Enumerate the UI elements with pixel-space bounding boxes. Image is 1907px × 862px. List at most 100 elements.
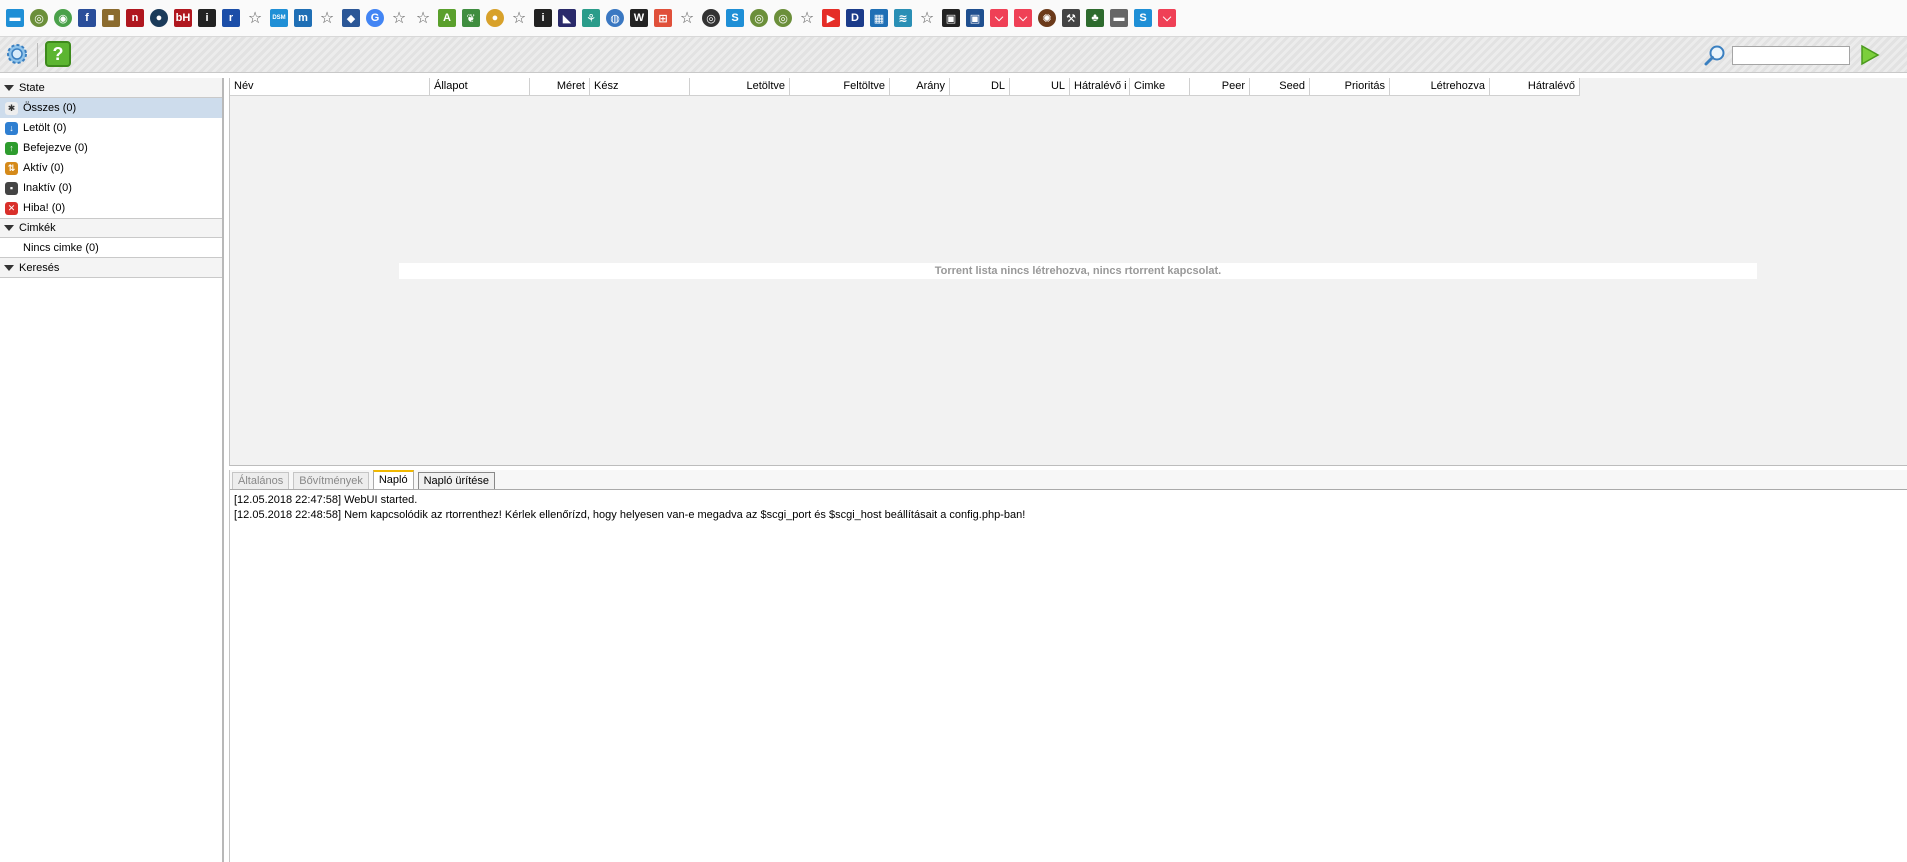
wheel-icon[interactable]: ◎ <box>702 9 720 27</box>
labels-section-header[interactable]: Cimkék <box>0 218 222 238</box>
windows-icon[interactable]: ⊞ <box>654 9 672 27</box>
dark-circle-icon[interactable]: ● <box>150 9 168 27</box>
f-logo-icon[interactable]: f <box>78 9 96 27</box>
dsm-logo-icon[interactable]: DSM <box>270 9 288 27</box>
circle-app-icon[interactable]: ◎ <box>774 9 792 27</box>
gear-icon[interactable]: ✺ <box>1038 9 1056 27</box>
pocket-icon[interactable]: ⌵ <box>990 9 1008 27</box>
active-icon: ⇅ <box>5 161 18 175</box>
night-icon[interactable]: ◣ <box>558 9 576 27</box>
briefcase-icon[interactable]: ▣ <box>966 9 984 27</box>
state-item[interactable]: ↑ Befejezve (0) <box>0 138 222 158</box>
search-header-label: Keresés <box>19 261 60 274</box>
state-section-header[interactable]: State <box>0 78 222 98</box>
pocket-icon[interactable]: ⌵ <box>1014 9 1032 27</box>
column-header[interactable]: Állapot <box>430 78 530 96</box>
tab-log[interactable]: Napló <box>372 470 414 489</box>
toolbar-separator <box>37 43 38 67</box>
column-header[interactable]: Letöltve <box>690 78 790 96</box>
n-logo-icon[interactable]: n <box>126 9 144 27</box>
chart-icon[interactable]: ▦ <box>870 9 888 27</box>
network-icon[interactable]: ⚘ <box>582 9 600 27</box>
wood-logo-icon[interactable]: ■ <box>102 9 120 27</box>
tab-plugins[interactable]: Bővítmények <box>293 472 369 489</box>
star-icon[interactable]: ☆ <box>246 9 264 27</box>
cube-icon[interactable]: ◆ <box>342 9 360 27</box>
toolbar: ? <box>0 37 1907 73</box>
state-item[interactable]: ⇅ Aktív (0) <box>0 158 222 178</box>
completed-icon: ↑ <box>5 141 18 155</box>
labels-header-label: Cimkék <box>19 222 56 234</box>
star-icon[interactable]: ☆ <box>510 9 528 27</box>
circle-app-icon[interactable]: ◎ <box>30 9 48 27</box>
state-list: ✱ Összes (0) ↓ Letölt (0) ↑ Befejezve (0) ⇅ Akt… <box>0 98 222 218</box>
i-logo-icon[interactable]: i <box>534 9 552 27</box>
column-header[interactable]: Prioritás <box>1310 78 1390 96</box>
star-icon[interactable]: ☆ <box>318 9 336 27</box>
s-logo-icon[interactable]: S <box>1134 9 1152 27</box>
a-logo-icon[interactable]: A <box>438 9 456 27</box>
state-item[interactable]: ▪ Inaktív (0) <box>0 178 222 198</box>
m-logo-icon[interactable]: m <box>294 9 312 27</box>
chat-icon[interactable]: ▬ <box>6 9 24 27</box>
column-header[interactable]: Név <box>230 78 430 96</box>
frog-icon[interactable]: ◉ <box>54 9 72 27</box>
log-line: [12.05.2018 22:47:58] WebUI started. <box>234 494 418 506</box>
dot-icon[interactable]: ● <box>486 9 504 27</box>
tab-general[interactable]: Általános <box>232 472 290 489</box>
gear-icon[interactable] <box>4 41 30 67</box>
search-section-header[interactable]: Keresés <box>0 258 222 278</box>
bh-logo-icon[interactable]: bH <box>174 9 192 27</box>
wave-icon[interactable]: ≋ <box>894 9 912 27</box>
log-content: [12.05.2018 22:47:58] WebUI started. [12… <box>230 490 1907 526</box>
i-logo-icon[interactable]: i <box>198 9 216 27</box>
circle-app-icon[interactable]: ◎ <box>750 9 768 27</box>
play-arrow-icon[interactable] <box>1858 44 1880 66</box>
column-header[interactable]: Peer <box>1190 78 1250 96</box>
star-icon[interactable]: ☆ <box>678 9 696 27</box>
download-icon: ↓ <box>5 121 18 135</box>
all-icon: ✱ <box>5 101 18 115</box>
d-logo-icon[interactable]: D <box>846 9 864 27</box>
youtube-icon[interactable]: ▶ <box>822 9 840 27</box>
state-item[interactable]: ✕ Hiba! (0) <box>0 198 222 218</box>
globe-icon[interactable]: ◍ <box>606 9 624 27</box>
column-header[interactable]: Feltöltve <box>790 78 890 96</box>
star-icon[interactable]: ☆ <box>414 9 432 27</box>
state-item[interactable]: ↓ Letölt (0) <box>0 118 222 138</box>
w-logo-icon[interactable]: W <box>630 9 648 27</box>
leaf-icon[interactable]: ❦ <box>462 9 480 27</box>
column-header[interactable]: Seed <box>1250 78 1310 96</box>
column-header[interactable]: Hátralévő i <box>1070 78 1130 96</box>
bookmarks-bar: ▬ ◎ ◉ f ■ n ● bH i r ☆ DSM m ☆ ◆ G ☆ ☆ A ❦ ● ☆ i ◣ ⚘ ◍ W ⊞ ☆ ◎ S ◎ ◎ ☆ ▶ D ▦… <box>0 0 1907 37</box>
hammer-icon[interactable]: ⚒ <box>1062 9 1080 27</box>
star-icon[interactable]: ☆ <box>390 9 408 27</box>
column-header[interactable]: Cimke <box>1130 78 1190 96</box>
column-header[interactable]: Hátralévő <box>1490 78 1580 96</box>
state-item-label: Aktív (0) <box>23 162 64 174</box>
column-header[interactable]: UL <box>1010 78 1070 96</box>
clear-log-button[interactable]: Napló ürítése <box>417 472 496 489</box>
turtle-icon[interactable]: ♣ <box>1086 9 1104 27</box>
state-item-label: Összes (0) <box>23 102 77 114</box>
star-icon[interactable]: ☆ <box>798 9 816 27</box>
column-header[interactable]: Létrehozva <box>1390 78 1490 96</box>
briefcase-icon[interactable]: ▣ <box>942 9 960 27</box>
search-icon[interactable] <box>1703 43 1727 67</box>
star-icon[interactable]: ☆ <box>918 9 936 27</box>
r-logo-icon[interactable]: r <box>222 9 240 27</box>
column-header[interactable]: Méret <box>530 78 590 96</box>
help-button[interactable]: ? <box>45 41 71 67</box>
column-header[interactable]: Arány <box>890 78 950 96</box>
label-item-no-label[interactable]: Nincs cimke (0) <box>0 238 222 258</box>
column-header[interactable]: DL <box>950 78 1010 96</box>
column-header[interactable]: Kész <box>590 78 690 96</box>
google-icon[interactable]: G <box>366 9 384 27</box>
state-item-label: Inaktív (0) <box>23 182 72 194</box>
folder-icon[interactable]: ▬ <box>1110 9 1128 27</box>
search-input[interactable] <box>1732 46 1850 65</box>
collapse-triangle-icon <box>4 84 14 91</box>
state-item[interactable]: ✱ Összes (0) <box>0 98 222 118</box>
pocket-icon[interactable]: ⌵ <box>1158 9 1176 27</box>
s-logo-icon[interactable]: S <box>726 9 744 27</box>
